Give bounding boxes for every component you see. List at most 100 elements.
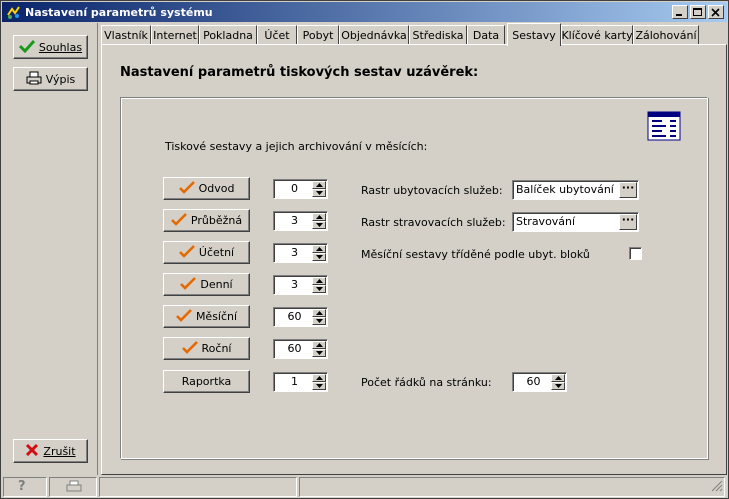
ucetni-months-spinner[interactable]: 3 <box>273 243 328 263</box>
spinner-value[interactable]: 3 <box>278 245 311 261</box>
print-button[interactable]: Výpis <box>13 67 88 91</box>
checkmark-icon <box>178 244 195 261</box>
spinner-value[interactable]: 0 <box>278 181 311 197</box>
spin-up-arrow-icon[interactable] <box>551 374 565 382</box>
maximize-button[interactable] <box>690 5 706 19</box>
tab-label: Objednávka <box>341 29 407 42</box>
status-panel-2 <box>299 477 725 497</box>
cancel-button[interactable]: Zrušit <box>13 439 88 463</box>
raportka-button[interactable]: Raportka <box>163 370 250 393</box>
spin-down-arrow-icon[interactable] <box>312 317 326 325</box>
denni-button[interactable]: Denní <box>163 273 250 296</box>
rocni-button-label: Roční <box>201 342 232 355</box>
rocni-button[interactable]: Roční <box>163 337 250 360</box>
tab-label: Vlastník <box>104 29 148 42</box>
spin-up-arrow-icon[interactable] <box>312 374 326 382</box>
monthly-sorted-checkbox[interactable] <box>629 247 642 260</box>
checkmark-icon <box>181 340 198 357</box>
checkmark-icon <box>176 308 192 325</box>
close-button[interactable] <box>708 5 724 19</box>
spin-down-arrow-icon[interactable] <box>551 382 565 390</box>
spin-down-arrow-icon[interactable] <box>312 285 326 293</box>
spin-up-arrow-icon[interactable] <box>312 341 326 349</box>
resize-grip-icon[interactable] <box>711 480 723 495</box>
spin-down-arrow-icon[interactable] <box>312 189 326 197</box>
rocni-months-spinner[interactable]: 60 <box>273 339 328 359</box>
cross-icon <box>25 443 39 460</box>
spin-up-arrow-icon[interactable] <box>312 245 326 253</box>
tab-sestavy[interactable]: Sestavy <box>507 23 561 46</box>
accommodation-lookup[interactable]: Balíček ubytování ··· <box>512 180 639 200</box>
print-button-label: Výpis <box>45 72 76 86</box>
tab-internet[interactable]: Internet <box>151 25 199 45</box>
tab-data[interactable]: Data <box>467 25 505 45</box>
ellipsis-icon[interactable]: ··· <box>619 214 637 230</box>
tab-strediska[interactable]: Střediska <box>409 25 467 45</box>
spin-down-arrow-icon[interactable] <box>312 382 326 390</box>
ok-button-label: Souhlas <box>38 40 83 54</box>
odvod-button-label: Odvod <box>198 182 235 195</box>
spin-down-arrow-icon[interactable] <box>312 253 326 261</box>
help-icon[interactable]: ? <box>18 479 26 494</box>
accommodation-label: Rastr ubytovacích služeb: <box>361 184 503 197</box>
denni-months-spinner[interactable]: 3 <box>273 275 328 295</box>
monthly-sorted-label: Měsíční sestavy tříděné podle ubyt. blok… <box>361 248 590 261</box>
spin-down-arrow-icon[interactable] <box>312 349 326 357</box>
ellipsis-icon[interactable]: ··· <box>619 182 637 198</box>
spin-up-arrow-icon[interactable] <box>312 309 326 317</box>
ucetni-button[interactable]: Účetní <box>163 241 250 264</box>
tab-label: Data <box>472 29 500 42</box>
printer-cell[interactable] <box>49 477 97 497</box>
checkmark-icon <box>170 212 187 229</box>
tab-pobyt[interactable]: Pobyt <box>297 25 339 45</box>
spin-up-arrow-icon[interactable] <box>312 181 326 189</box>
status-bar: ? <box>3 477 727 497</box>
rows-per-page-spinner[interactable]: 60 <box>512 372 567 392</box>
mesicni-months-spinner[interactable]: 60 <box>273 307 328 327</box>
catering-label: Rastr stravovacích služeb: <box>361 216 506 229</box>
odvod-months-spinner[interactable]: 0 <box>273 179 328 199</box>
spin-up-arrow-icon[interactable] <box>312 277 326 285</box>
mesicni-button[interactable]: Měsíční <box>163 305 250 328</box>
spin-up-arrow-icon[interactable] <box>312 213 326 221</box>
tab-label: Sestavy <box>512 28 556 42</box>
prubezna-button[interactable]: Průběžná <box>163 209 250 232</box>
title-bar[interactable]: Nastavení parametrů systému <box>2 2 727 22</box>
tab-pokladna[interactable]: Pokladna <box>199 25 257 45</box>
ok-button[interactable]: Souhlas <box>13 35 88 59</box>
tab-label: Pokladna <box>203 29 253 42</box>
spinner-value[interactable]: 60 <box>517 374 550 390</box>
denni-button-label: Denní <box>200 278 233 291</box>
spinner-value[interactable]: 3 <box>278 213 311 229</box>
tab-ucet[interactable]: Účet <box>257 25 297 45</box>
minimize-button[interactable] <box>672 5 688 19</box>
printer-icon <box>26 71 42 88</box>
catering-lookup[interactable]: Stravování ··· <box>512 212 639 232</box>
tab-label: Internet <box>153 29 197 42</box>
spinner-value[interactable]: 3 <box>278 277 311 293</box>
tab-vlastnik[interactable]: Vlastník <box>101 25 151 45</box>
help-cell[interactable]: ? <box>3 477 47 497</box>
ucetni-button-label: Účetní <box>198 246 235 259</box>
tab-label: Pobyt <box>302 29 334 42</box>
raportka-months-spinner[interactable]: 1 <box>273 372 328 392</box>
tab-label: Zálohování <box>635 29 697 42</box>
spinner-value[interactable]: 60 <box>278 341 311 357</box>
accommodation-value[interactable]: Balíček ubytování <box>516 183 614 196</box>
spinner-value[interactable]: 60 <box>278 309 311 325</box>
tab-zalohovani[interactable]: Zálohování <box>633 25 699 45</box>
raportka-button-label: Raportka <box>181 375 232 388</box>
reports-subtitle: Tiskové sestavy a jejich archivování v m… <box>165 140 428 153</box>
printer-icon[interactable] <box>66 480 82 496</box>
catering-value[interactable]: Stravování <box>516 215 575 228</box>
odvod-button[interactable]: Odvod <box>163 177 250 200</box>
sidebar: Souhlas Výpis Zrušit <box>3 23 98 475</box>
app-icon <box>6 5 21 20</box>
spinner-value[interactable]: 1 <box>278 374 311 390</box>
tab-klicove-karty[interactable]: Klíčové karty <box>561 25 633 45</box>
prubezna-months-spinner[interactable]: 3 <box>273 211 328 231</box>
spin-down-arrow-icon[interactable] <box>312 221 326 229</box>
tab-bar: Vlastník Internet Pokladna Účet Pobyt Ob… <box>101 23 727 46</box>
tab-objednavka[interactable]: Objednávka <box>339 25 409 45</box>
window-title: Nastavení parametrů systému <box>25 5 213 19</box>
